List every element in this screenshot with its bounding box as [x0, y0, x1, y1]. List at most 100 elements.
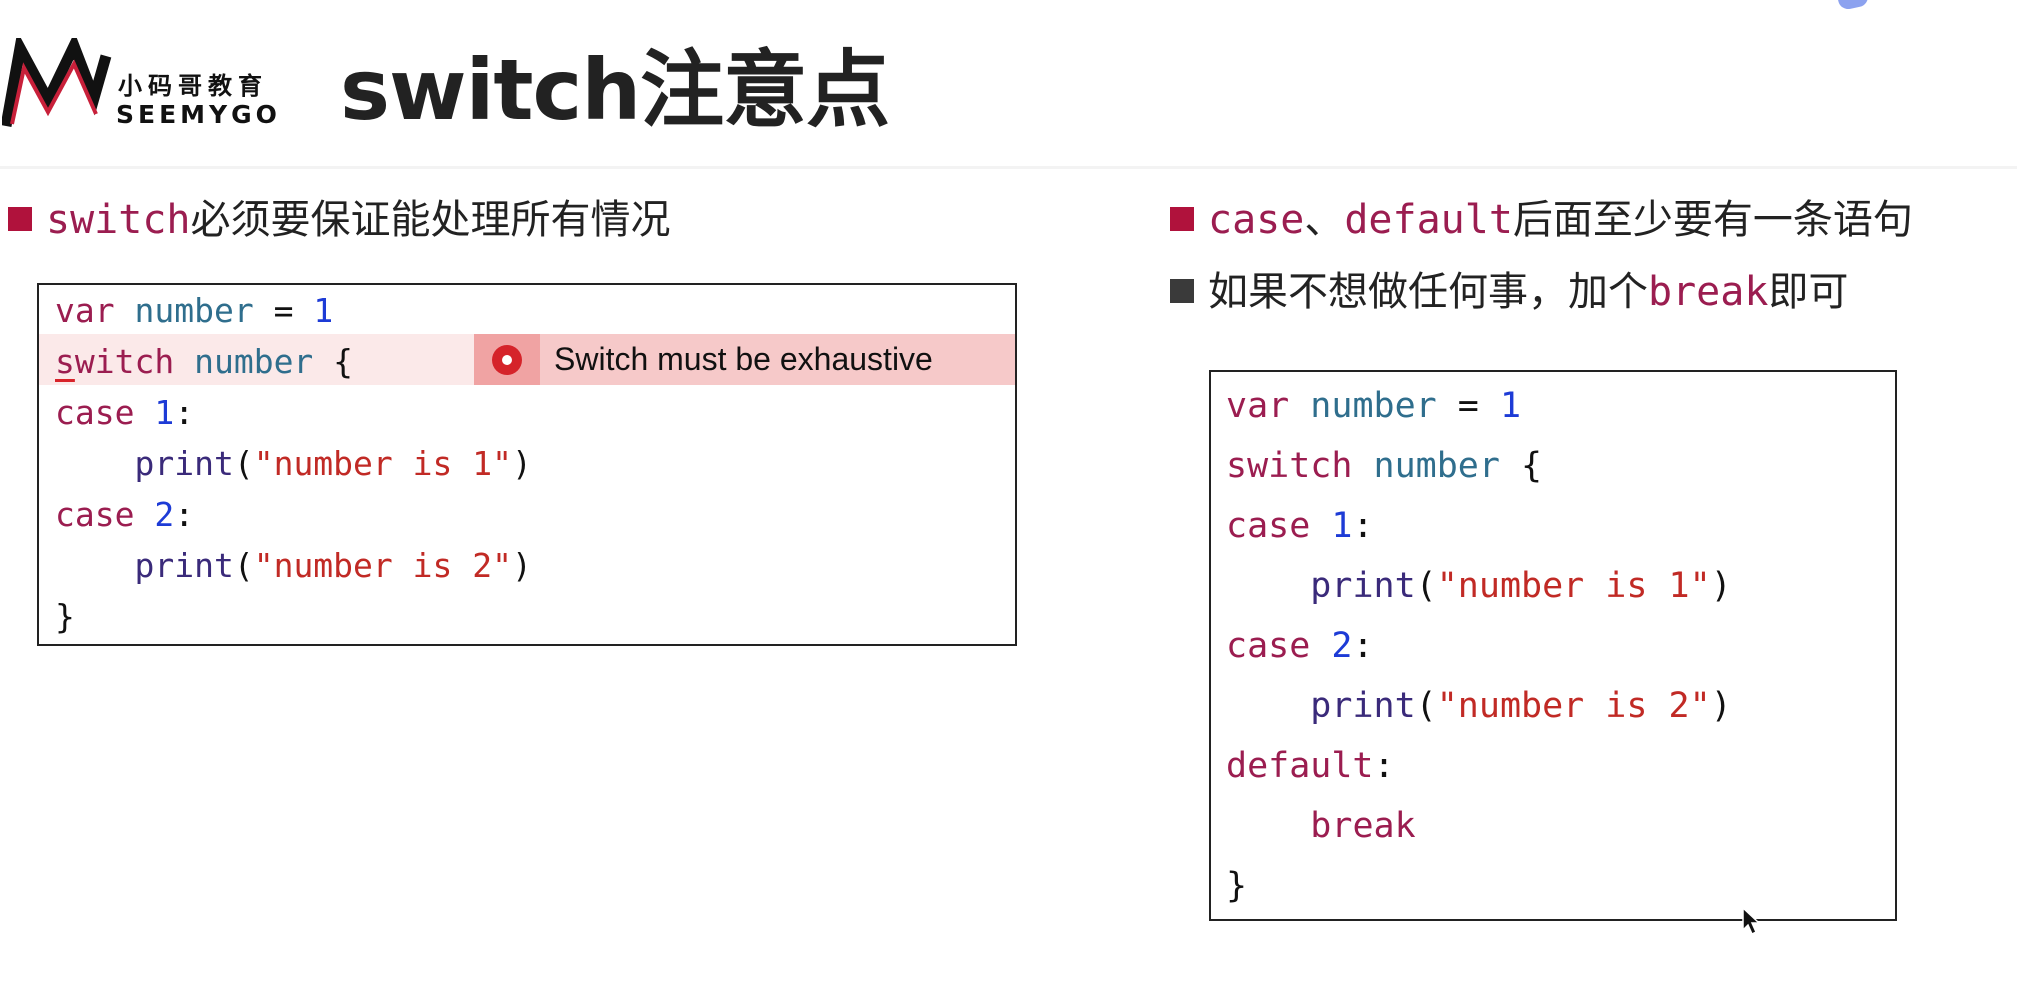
code-line: case 1:	[39, 387, 1015, 438]
code-token: 2	[1331, 626, 1353, 666]
code-token: "number is 1"	[1436, 566, 1711, 606]
decorative-corner-tab	[1836, 0, 1870, 11]
code-line: case 2:	[1211, 616, 1895, 676]
code-token: case	[1226, 626, 1311, 666]
code-token: 1	[313, 291, 334, 330]
code-line: }	[1211, 856, 1895, 916]
code-line: break	[1211, 796, 1895, 856]
code-line: }	[39, 591, 1015, 642]
code-token: number	[1310, 386, 1437, 426]
code-token: =	[1436, 386, 1500, 426]
code-token: print	[1310, 566, 1416, 606]
code-token: )	[1710, 686, 1732, 726]
code-token: :	[1352, 626, 1374, 666]
code-token: )	[511, 444, 532, 483]
code-token: print	[134, 444, 234, 483]
bullet-text-post: 即可	[1768, 269, 1849, 315]
code-token: 1	[1499, 386, 1522, 426]
code-token: (	[233, 444, 254, 483]
bullet-text-pre: 如果不想做任何事，加个	[1208, 269, 1648, 315]
code-line: print("number is 1")	[1211, 556, 1895, 616]
code-token: :	[174, 393, 195, 432]
code-token: :	[174, 495, 195, 534]
error-icon-container	[474, 334, 540, 385]
code-token: "number is 1"	[253, 444, 512, 483]
bullet-text: 后面至少要有一条语句	[1512, 197, 1913, 243]
header-divider	[0, 166, 2017, 169]
code-token: }	[1226, 866, 1248, 906]
code-token: {	[1499, 446, 1543, 486]
code-token: witch	[74, 342, 175, 381]
logo-chinese-text: 小码哥教育	[118, 72, 268, 100]
code-token: switch	[1226, 446, 1353, 486]
bullet-keyword-case: case	[1208, 197, 1305, 243]
code-line: print("number is 2")	[39, 540, 1015, 591]
code-token: number	[1373, 446, 1500, 486]
left-bullet: switch必须要保证能处理所有情况	[8, 196, 671, 244]
code-token: print	[1310, 686, 1416, 726]
bullet-keyword-default: default	[1344, 197, 1513, 243]
logo-mark-icon	[2, 38, 112, 127]
code-token: break	[1310, 806, 1416, 846]
code-line: var number = 1	[39, 285, 1015, 336]
code-token: case	[55, 393, 135, 432]
error-circle-icon	[492, 344, 522, 375]
code-token: 2	[154, 495, 175, 534]
code-token: =	[253, 291, 314, 330]
code-token: (	[1415, 686, 1437, 726]
code-line: case 2:	[39, 489, 1015, 540]
mouse-pointer-icon	[1742, 906, 1761, 936]
code-token: "number is 2"	[253, 546, 512, 585]
bullet-text: 必须要保证能处理所有情况	[190, 197, 671, 243]
dark-square-bullet-icon	[1170, 279, 1194, 303]
code-token: )	[511, 546, 532, 585]
bullet-keyword: switch	[46, 197, 191, 243]
code-token: default	[1226, 746, 1374, 786]
code-box-exhaustive-error: var number = 1 switch number {case 1: pri…	[37, 283, 1017, 646]
code-token: var	[55, 291, 115, 330]
code-line: case 1:	[1211, 496, 1895, 556]
logo-english-text: SEEMYGO	[116, 100, 281, 129]
bullet-separator: 、	[1304, 197, 1345, 243]
code-token: (	[233, 546, 254, 585]
code-box-default-break: var number = 1 switch number { case 1: pri…	[1209, 370, 1897, 921]
code-token: "number is 2"	[1436, 686, 1711, 726]
code-token: case	[1226, 506, 1311, 546]
code-token: case	[55, 495, 135, 534]
right-bullet-2: 如果不想做任何事，加个break即可	[1170, 268, 1848, 316]
page-title: switch注意点	[340, 41, 890, 139]
code-token: number	[194, 342, 314, 381]
code-token: }	[55, 597, 75, 636]
seemygo-logo: 小码哥教育 SEEMYGO	[2, 38, 292, 130]
code-line: print("number is 1")	[39, 438, 1015, 489]
code-token: 1	[1331, 506, 1353, 546]
code-token: :	[1373, 746, 1395, 786]
code-token: :	[1352, 506, 1374, 546]
code-token: s	[55, 342, 75, 381]
error-banner[interactable]: Switch must be exhaustive	[474, 334, 1015, 385]
right-bullet-1: case、default后面至少要有一条语句	[1170, 196, 1913, 244]
code-line: var number = 1	[1211, 376, 1895, 436]
code-token: )	[1710, 566, 1732, 606]
code-line: default:	[1211, 736, 1895, 796]
code-token: var	[1226, 386, 1290, 426]
error-message: Switch must be exhaustive	[554, 341, 933, 377]
code-token: print	[134, 546, 234, 585]
red-square-bullet-icon	[8, 207, 32, 231]
code-token: (	[1415, 566, 1437, 606]
code-token: number	[134, 291, 254, 330]
bullet-keyword-break: break	[1648, 269, 1769, 315]
